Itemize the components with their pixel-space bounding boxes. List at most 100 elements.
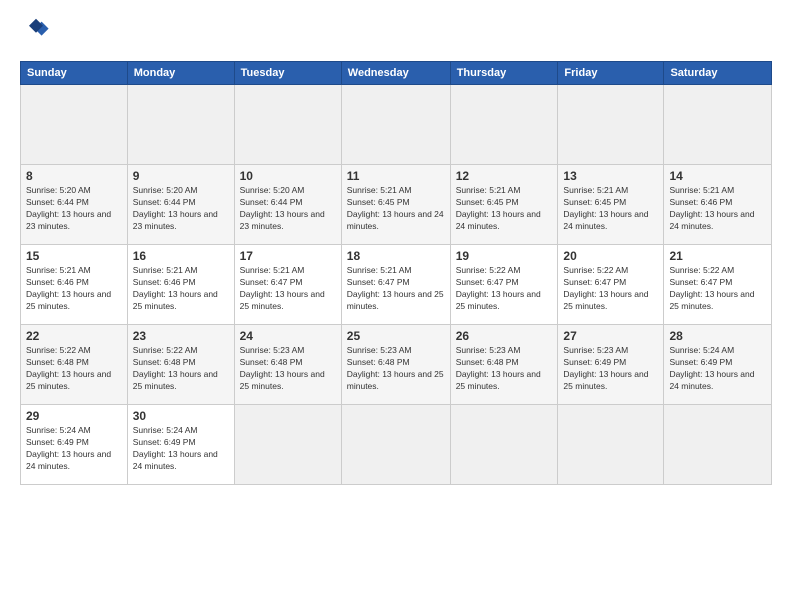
page: SundayMondayTuesdayWednesdayThursdayFrid…	[0, 0, 792, 612]
day-info: Sunrise: 5:22 AMSunset: 6:48 PMDaylight:…	[133, 345, 229, 393]
calendar-cell	[341, 405, 450, 485]
logo-icon	[22, 16, 50, 44]
calendar-cell: 20 Sunrise: 5:22 AMSunset: 6:47 PMDayligh…	[558, 245, 664, 325]
day-info: Sunrise: 5:22 AMSunset: 6:47 PMDaylight:…	[669, 265, 766, 313]
day-info: Sunrise: 5:24 AMSunset: 6:49 PMDaylight:…	[133, 425, 229, 473]
calendar-cell: 9 Sunrise: 5:20 AMSunset: 6:44 PMDaylight…	[127, 165, 234, 245]
day-info: Sunrise: 5:22 AMSunset: 6:47 PMDaylight:…	[456, 265, 553, 313]
day-number: 11	[347, 169, 445, 183]
day-info: Sunrise: 5:21 AMSunset: 6:45 PMDaylight:…	[456, 185, 553, 233]
day-number: 24	[240, 329, 336, 343]
day-info: Sunrise: 5:22 AMSunset: 6:48 PMDaylight:…	[26, 345, 122, 393]
calendar-body: 8 Sunrise: 5:20 AMSunset: 6:44 PMDaylight…	[21, 85, 772, 485]
calendar-week-3: 15 Sunrise: 5:21 AMSunset: 6:46 PMDayligh…	[21, 245, 772, 325]
day-number: 19	[456, 249, 553, 263]
logo	[20, 16, 54, 49]
calendar-cell	[127, 85, 234, 165]
day-info: Sunrise: 5:21 AMSunset: 6:46 PMDaylight:…	[26, 265, 122, 313]
day-number: 21	[669, 249, 766, 263]
day-info: Sunrise: 5:23 AMSunset: 6:49 PMDaylight:…	[563, 345, 658, 393]
calendar-cell: 24 Sunrise: 5:23 AMSunset: 6:48 PMDayligh…	[234, 325, 341, 405]
day-number: 14	[669, 169, 766, 183]
calendar-cell: 28 Sunrise: 5:24 AMSunset: 6:49 PMDayligh…	[664, 325, 772, 405]
header	[20, 16, 772, 49]
day-info: Sunrise: 5:23 AMSunset: 6:48 PMDaylight:…	[347, 345, 445, 393]
calendar-cell: 19 Sunrise: 5:22 AMSunset: 6:47 PMDayligh…	[450, 245, 558, 325]
weekday-header-saturday: Saturday	[664, 62, 772, 85]
calendar-cell: 14 Sunrise: 5:21 AMSunset: 6:46 PMDayligh…	[664, 165, 772, 245]
calendar-week-2: 8 Sunrise: 5:20 AMSunset: 6:44 PMDaylight…	[21, 165, 772, 245]
calendar-table: SundayMondayTuesdayWednesdayThursdayFrid…	[20, 61, 772, 485]
day-number: 16	[133, 249, 229, 263]
calendar-cell: 16 Sunrise: 5:21 AMSunset: 6:46 PMDayligh…	[127, 245, 234, 325]
day-number: 23	[133, 329, 229, 343]
calendar-cell	[234, 405, 341, 485]
day-info: Sunrise: 5:20 AMSunset: 6:44 PMDaylight:…	[240, 185, 336, 233]
calendar-cell	[558, 405, 664, 485]
day-number: 30	[133, 409, 229, 423]
calendar-cell: 21 Sunrise: 5:22 AMSunset: 6:47 PMDayligh…	[664, 245, 772, 325]
day-info: Sunrise: 5:20 AMSunset: 6:44 PMDaylight:…	[26, 185, 122, 233]
day-number: 25	[347, 329, 445, 343]
day-info: Sunrise: 5:20 AMSunset: 6:44 PMDaylight:…	[133, 185, 229, 233]
calendar-week-1	[21, 85, 772, 165]
day-info: Sunrise: 5:23 AMSunset: 6:48 PMDaylight:…	[240, 345, 336, 393]
day-number: 12	[456, 169, 553, 183]
weekday-header-friday: Friday	[558, 62, 664, 85]
day-number: 15	[26, 249, 122, 263]
weekday-header-row: SundayMondayTuesdayWednesdayThursdayFrid…	[21, 62, 772, 85]
day-info: Sunrise: 5:21 AMSunset: 6:47 PMDaylight:…	[347, 265, 445, 313]
day-number: 22	[26, 329, 122, 343]
calendar-cell: 10 Sunrise: 5:20 AMSunset: 6:44 PMDayligh…	[234, 165, 341, 245]
day-number: 9	[133, 169, 229, 183]
weekday-header-sunday: Sunday	[21, 62, 128, 85]
calendar-cell	[558, 85, 664, 165]
calendar-cell: 13 Sunrise: 5:21 AMSunset: 6:45 PMDayligh…	[558, 165, 664, 245]
day-info: Sunrise: 5:22 AMSunset: 6:47 PMDaylight:…	[563, 265, 658, 313]
calendar-cell: 29 Sunrise: 5:24 AMSunset: 6:49 PMDayligh…	[21, 405, 128, 485]
weekday-header-wednesday: Wednesday	[341, 62, 450, 85]
day-number: 17	[240, 249, 336, 263]
calendar-cell	[341, 85, 450, 165]
day-number: 8	[26, 169, 122, 183]
calendar-cell: 27 Sunrise: 5:23 AMSunset: 6:49 PMDayligh…	[558, 325, 664, 405]
day-info: Sunrise: 5:23 AMSunset: 6:48 PMDaylight:…	[456, 345, 553, 393]
calendar-cell: 12 Sunrise: 5:21 AMSunset: 6:45 PMDayligh…	[450, 165, 558, 245]
day-number: 27	[563, 329, 658, 343]
day-number: 20	[563, 249, 658, 263]
weekday-header-tuesday: Tuesday	[234, 62, 341, 85]
calendar-cell	[450, 85, 558, 165]
day-number: 28	[669, 329, 766, 343]
calendar-cell	[664, 85, 772, 165]
calendar-week-4: 22 Sunrise: 5:22 AMSunset: 6:48 PMDayligh…	[21, 325, 772, 405]
day-info: Sunrise: 5:21 AMSunset: 6:47 PMDaylight:…	[240, 265, 336, 313]
calendar-cell: 15 Sunrise: 5:21 AMSunset: 6:46 PMDayligh…	[21, 245, 128, 325]
day-number: 13	[563, 169, 658, 183]
calendar-cell: 23 Sunrise: 5:22 AMSunset: 6:48 PMDayligh…	[127, 325, 234, 405]
calendar-cell	[664, 405, 772, 485]
day-info: Sunrise: 5:24 AMSunset: 6:49 PMDaylight:…	[26, 425, 122, 473]
calendar-cell: 26 Sunrise: 5:23 AMSunset: 6:48 PMDayligh…	[450, 325, 558, 405]
calendar-cell	[234, 85, 341, 165]
weekday-header-thursday: Thursday	[450, 62, 558, 85]
day-info: Sunrise: 5:24 AMSunset: 6:49 PMDaylight:…	[669, 345, 766, 393]
weekday-header-monday: Monday	[127, 62, 234, 85]
day-info: Sunrise: 5:21 AMSunset: 6:45 PMDaylight:…	[347, 185, 445, 233]
day-number: 29	[26, 409, 122, 423]
calendar-cell: 18 Sunrise: 5:21 AMSunset: 6:47 PMDayligh…	[341, 245, 450, 325]
calendar-cell: 30 Sunrise: 5:24 AMSunset: 6:49 PMDayligh…	[127, 405, 234, 485]
calendar-cell: 17 Sunrise: 5:21 AMSunset: 6:47 PMDayligh…	[234, 245, 341, 325]
calendar-cell: 8 Sunrise: 5:20 AMSunset: 6:44 PMDaylight…	[21, 165, 128, 245]
day-info: Sunrise: 5:21 AMSunset: 6:45 PMDaylight:…	[563, 185, 658, 233]
day-number: 10	[240, 169, 336, 183]
day-info: Sunrise: 5:21 AMSunset: 6:46 PMDaylight:…	[133, 265, 229, 313]
day-number: 26	[456, 329, 553, 343]
calendar-cell: 22 Sunrise: 5:22 AMSunset: 6:48 PMDayligh…	[21, 325, 128, 405]
calendar-cell	[21, 85, 128, 165]
calendar-week-5: 29 Sunrise: 5:24 AMSunset: 6:49 PMDayligh…	[21, 405, 772, 485]
calendar-cell: 25 Sunrise: 5:23 AMSunset: 6:48 PMDayligh…	[341, 325, 450, 405]
calendar-cell: 11 Sunrise: 5:21 AMSunset: 6:45 PMDayligh…	[341, 165, 450, 245]
calendar-cell	[450, 405, 558, 485]
day-info: Sunrise: 5:21 AMSunset: 6:46 PMDaylight:…	[669, 185, 766, 233]
day-number: 18	[347, 249, 445, 263]
